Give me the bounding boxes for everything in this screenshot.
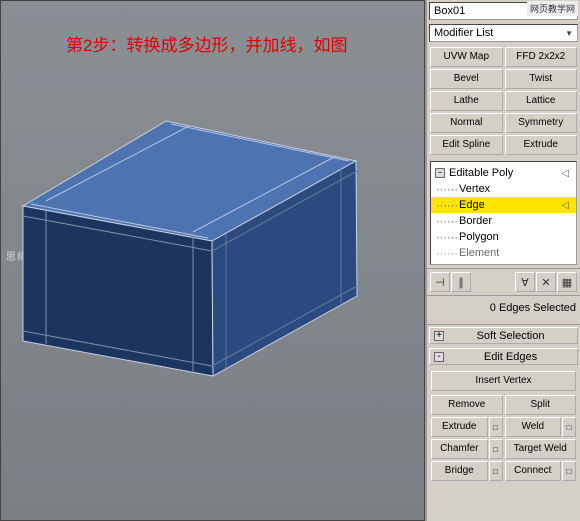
weld-button[interactable]: Weld <box>505 417 562 437</box>
stack-toolbar: ⊣ ∥ ∀ ✕ ▦ <box>427 268 580 296</box>
selection-status: 0 Edges Selected <box>427 296 580 325</box>
soft-selection-rollup[interactable]: + Soft Selection <box>429 327 578 344</box>
edit-edges-title: Edit Edges <box>448 351 573 363</box>
chevron-down-icon: ▼ <box>565 29 573 38</box>
chamfer-button[interactable]: Chamfer <box>431 439 488 459</box>
show-result-icon[interactable]: ∥ <box>451 272 471 292</box>
stack-element[interactable]: ⋯⋯ Element <box>431 245 576 261</box>
site-logo: 网页教学网 <box>527 1 578 16</box>
modifier-list-dropdown[interactable]: Modifier List ▼ <box>429 24 578 42</box>
tree-line-icon: ⋯⋯ <box>435 199 459 212</box>
stack-indicator-icon: ◁ <box>561 168 572 179</box>
remove-button[interactable]: Remove <box>431 395 503 415</box>
edit-edges-rollup[interactable]: - Edit Edges <box>429 348 578 365</box>
twist-button[interactable]: Twist <box>505 69 578 89</box>
stack-element-label: Element <box>459 247 499 259</box>
modify-panel: 网页教学网 Box01 Modifier List ▼ UVW Map FFD … <box>425 0 580 521</box>
stack-root-label: Editable Poly <box>449 167 513 179</box>
weld-settings-icon[interactable]: □ <box>562 417 576 437</box>
tree-line-icon: ⋯⋯ <box>435 183 459 196</box>
connect-settings-icon[interactable]: □ <box>562 461 576 481</box>
stack-border-label: Border <box>459 215 492 227</box>
stack-edge[interactable]: ⋯⋯ Edge ◁ <box>431 197 576 213</box>
extrude-modifier-button[interactable]: Extrude <box>505 135 578 155</box>
stack-indicator-icon: ◁ <box>561 200 572 211</box>
stack-border[interactable]: ⋯⋯ Border <box>431 213 576 229</box>
tree-line-icon: ⋯⋯ <box>435 247 459 260</box>
stack-polygon-label: Polygon <box>459 231 499 243</box>
bevel-button[interactable]: Bevel <box>430 69 503 89</box>
modifier-stack: − Editable Poly ◁ ⋯⋯ Vertex ⋯⋯ Edge ◁ ⋯⋯… <box>430 161 577 265</box>
lathe-button[interactable]: Lathe <box>430 91 503 111</box>
stack-editable-poly[interactable]: − Editable Poly ◁ <box>431 165 576 181</box>
plus-icon: + <box>434 331 444 341</box>
soft-selection-title: Soft Selection <box>448 330 573 342</box>
lattice-button[interactable]: Lattice <box>505 91 578 111</box>
uvw-map-button[interactable]: UVW Map <box>430 47 503 67</box>
insert-vertex-button[interactable]: Insert Vertex <box>431 371 576 391</box>
pin-stack-icon[interactable]: ⊣ <box>430 272 450 292</box>
ffd-button[interactable]: FFD 2x2x2 <box>505 47 578 67</box>
stack-edge-label: Edge <box>459 199 485 211</box>
target-weld-button[interactable]: Target Weld <box>505 439 577 459</box>
minus-icon: - <box>434 352 444 362</box>
viewport-3d[interactable]: 第2步：转换成多边形，并加线，如图 思缘设计论坛 - WWW.MISSYUAN.… <box>0 0 425 521</box>
stack-vertex-label: Vertex <box>459 183 490 195</box>
symmetry-button[interactable]: Symmetry <box>505 113 578 133</box>
step-caption: 第2步：转换成多边形，并加线，如图 <box>66 31 347 56</box>
connect-button[interactable]: Connect <box>505 461 562 481</box>
split-button[interactable]: Split <box>505 395 577 415</box>
polygon-box-model <box>11 106 361 386</box>
normal-button[interactable]: Normal <box>430 113 503 133</box>
bridge-settings-icon[interactable]: □ <box>489 461 503 481</box>
make-unique-icon[interactable]: ∀ <box>515 272 535 292</box>
modifier-list-label: Modifier List <box>434 27 493 39</box>
modifier-buttons-grid: UVW Map FFD 2x2x2 Bevel Twist Lathe Latt… <box>427 44 580 158</box>
bridge-button[interactable]: Bridge <box>431 461 488 481</box>
configure-sets-icon[interactable]: ▦ <box>557 272 577 292</box>
stack-polygon[interactable]: ⋯⋯ Polygon <box>431 229 576 245</box>
collapse-icon[interactable]: − <box>435 168 445 178</box>
extrude-button[interactable]: Extrude <box>431 417 488 437</box>
tree-line-icon: ⋯⋯ <box>435 215 459 228</box>
extrude-settings-icon[interactable]: □ <box>489 417 503 437</box>
chamfer-settings-icon[interactable]: □ <box>489 439 503 459</box>
edit-spline-button[interactable]: Edit Spline <box>430 135 503 155</box>
remove-modifier-icon[interactable]: ✕ <box>536 272 556 292</box>
stack-vertex[interactable]: ⋯⋯ Vertex <box>431 181 576 197</box>
edit-edges-body: Insert Vertex Remove Split Extrude □ Wel… <box>427 367 580 485</box>
tree-line-icon: ⋯⋯ <box>435 231 459 244</box>
